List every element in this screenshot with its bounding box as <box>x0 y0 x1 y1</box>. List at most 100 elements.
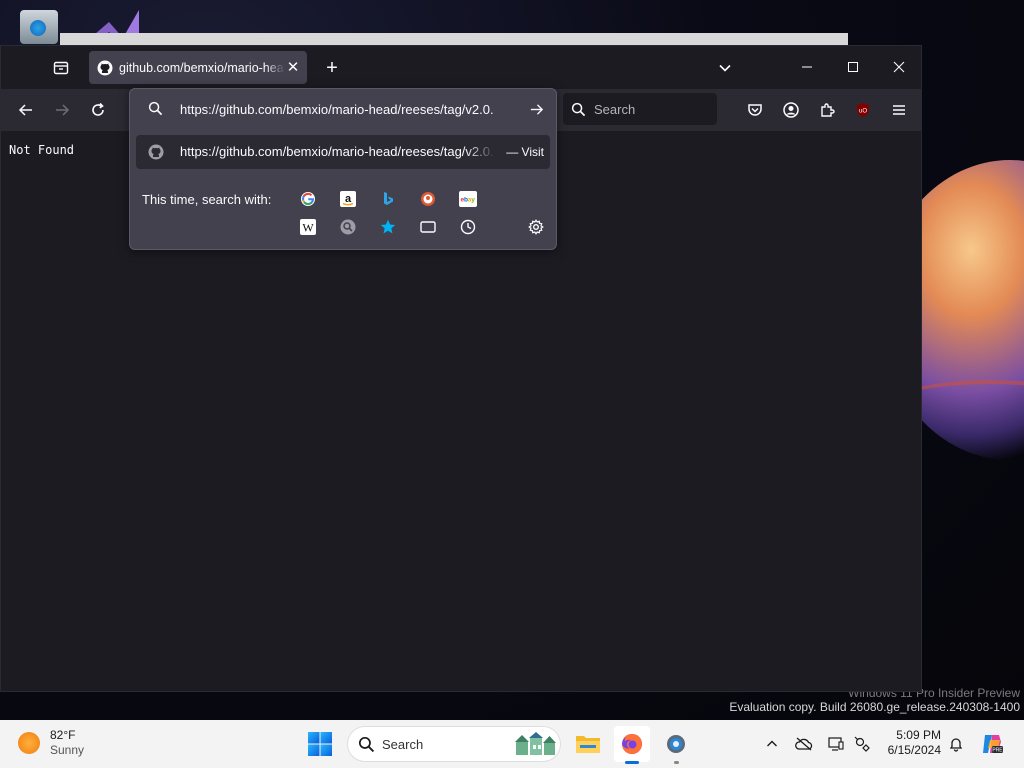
ublock-origin-button[interactable]: uO <box>849 95 877 125</box>
reload-icon <box>92 102 104 116</box>
search-highlight-icon <box>515 732 556 755</box>
clock-icon <box>460 219 476 235</box>
maximize-icon <box>848 62 858 72</box>
new-tab-button[interactable]: + <box>319 54 345 82</box>
chevron-down-icon <box>719 64 731 72</box>
firefox-view-button[interactable] <box>45 54 77 82</box>
search-icon <box>148 101 163 116</box>
go-button[interactable] <box>524 97 548 121</box>
maximize-button[interactable] <box>833 50 873 84</box>
search-bar-placeholder: Search <box>594 101 636 117</box>
minimize-button[interactable] <box>787 50 827 84</box>
google-engine-button[interactable] <box>297 188 319 210</box>
running-indicator <box>674 761 679 764</box>
cloud-offline-icon <box>795 737 813 751</box>
google-icon <box>301 192 315 206</box>
firefox-app[interactable] <box>614 726 650 764</box>
notifications-button[interactable] <box>946 734 966 754</box>
star-icon <box>380 219 396 234</box>
bell-icon <box>949 738 963 752</box>
duckduckgo-engine-button[interactable] <box>417 188 439 210</box>
account-button[interactable] <box>777 95 805 125</box>
account-icon <box>783 102 799 118</box>
clock-time: 5:09 PM <box>896 728 941 742</box>
weather-widget[interactable]: 82°F Sunny <box>18 728 84 758</box>
wikipedia-icon: W <box>300 219 316 235</box>
background-window-edge <box>60 33 848 45</box>
svg-text:uO: uO <box>859 109 867 115</box>
github-icon <box>148 144 164 160</box>
tab-github[interactable]: github.com/bemxio/mario-head/reeses/tag/… <box>89 51 307 84</box>
close-icon <box>893 61 905 73</box>
amazon-engine-button[interactable]: a <box>337 188 359 210</box>
back-button[interactable] <box>11 95 41 125</box>
search-bar[interactable]: Search <box>563 93 717 125</box>
wikipedia-engine-button[interactable]: W <box>297 216 319 238</box>
search-engine-button[interactable] <box>337 216 359 238</box>
copilot-icon[interactable]: PRE <box>980 732 1004 756</box>
duckduckgo-icon <box>421 192 435 206</box>
bing-icon <box>384 192 393 205</box>
suggestion-action: — Visit <box>506 145 544 159</box>
taskbar: 82°F Sunny Search 5:09 PM 6/15/2024 PRE <box>0 720 1024 768</box>
amazon-icon: a <box>340 191 356 207</box>
tab-title: github.com/bemxio/mario-head/reeses/tag/… <box>119 60 285 75</box>
display-tray-icon[interactable] <box>826 734 846 754</box>
github-icon <box>97 60 113 75</box>
watermark-line2: Evaluation copy. Build 26080.ge_release.… <box>729 700 1020 714</box>
extensions-button[interactable] <box>813 95 841 125</box>
svg-text:PRE: PRE <box>992 748 1003 754</box>
chevron-up-icon <box>767 740 777 747</box>
gear-icon <box>528 219 544 235</box>
bing-engine-button[interactable] <box>377 188 399 210</box>
clock-date: 6/15/2024 <box>887 743 941 757</box>
bookmarks-search-button[interactable] <box>377 216 399 238</box>
ebay-engine-button[interactable]: ebay <box>457 188 479 210</box>
app-menu-button[interactable] <box>885 95 913 125</box>
running-indicator <box>625 761 639 764</box>
suggestion-url: https://github.com/bemxio/mario-head/ree… <box>180 144 494 159</box>
taskbar-search-placeholder: Search <box>382 737 424 752</box>
weather-condition: Sunny <box>50 743 85 757</box>
tab-close-button[interactable]: ✕ <box>285 59 301 76</box>
pocket-button[interactable] <box>741 95 769 125</box>
tab-strip: github.com/bemxio/mario-head/reeses/tag/… <box>1 46 921 89</box>
firefox-view-icon <box>53 61 69 75</box>
svg-text:W: W <box>302 221 314 235</box>
search-settings-button[interactable] <box>525 216 547 238</box>
show-hidden-icons-button[interactable] <box>762 734 782 754</box>
url-suggestion-row[interactable]: https://github.com/bemxio/mario-head/ree… <box>136 135 550 169</box>
network-tray-icon[interactable] <box>852 734 872 754</box>
recycle-bin-icon[interactable] <box>20 10 58 44</box>
history-search-button[interactable] <box>457 216 479 238</box>
close-window-button[interactable] <box>879 50 919 84</box>
arrow-left-icon <box>18 104 32 116</box>
hamburger-menu-icon <box>893 105 905 115</box>
ebay-icon: ebay <box>459 191 477 207</box>
page-body-text: Not Found <box>9 143 75 157</box>
search-icon <box>358 736 375 753</box>
search-icon <box>571 102 586 116</box>
monitor-icon <box>828 737 844 751</box>
weather-temp: 82°F <box>50 728 76 742</box>
gear-icon <box>667 735 685 753</box>
system-clock[interactable]: 5:09 PM 6/15/2024 <box>880 728 941 758</box>
reload-button[interactable] <box>83 95 113 125</box>
ublock-origin-icon: uO <box>857 103 869 117</box>
address-input[interactable] <box>180 100 522 118</box>
windows-start-button[interactable] <box>306 730 334 758</box>
tabs-search-button[interactable] <box>417 216 439 238</box>
onedrive-tray-icon[interactable] <box>794 734 814 754</box>
minimize-icon <box>802 66 812 68</box>
magnifier-icon <box>340 219 356 235</box>
tab-icon <box>420 221 436 233</box>
svg-text:a: a <box>345 193 352 205</box>
search-with-label: This time, search with: <box>142 192 272 207</box>
file-explorer-app[interactable] <box>570 726 606 762</box>
arrow-right-icon <box>56 104 70 116</box>
taskbar-search[interactable]: Search <box>347 726 561 762</box>
puzzle-piece-icon <box>821 103 835 117</box>
forward-button[interactable] <box>47 95 77 125</box>
list-all-tabs-button[interactable] <box>711 54 739 82</box>
settings-app[interactable] <box>658 726 694 764</box>
